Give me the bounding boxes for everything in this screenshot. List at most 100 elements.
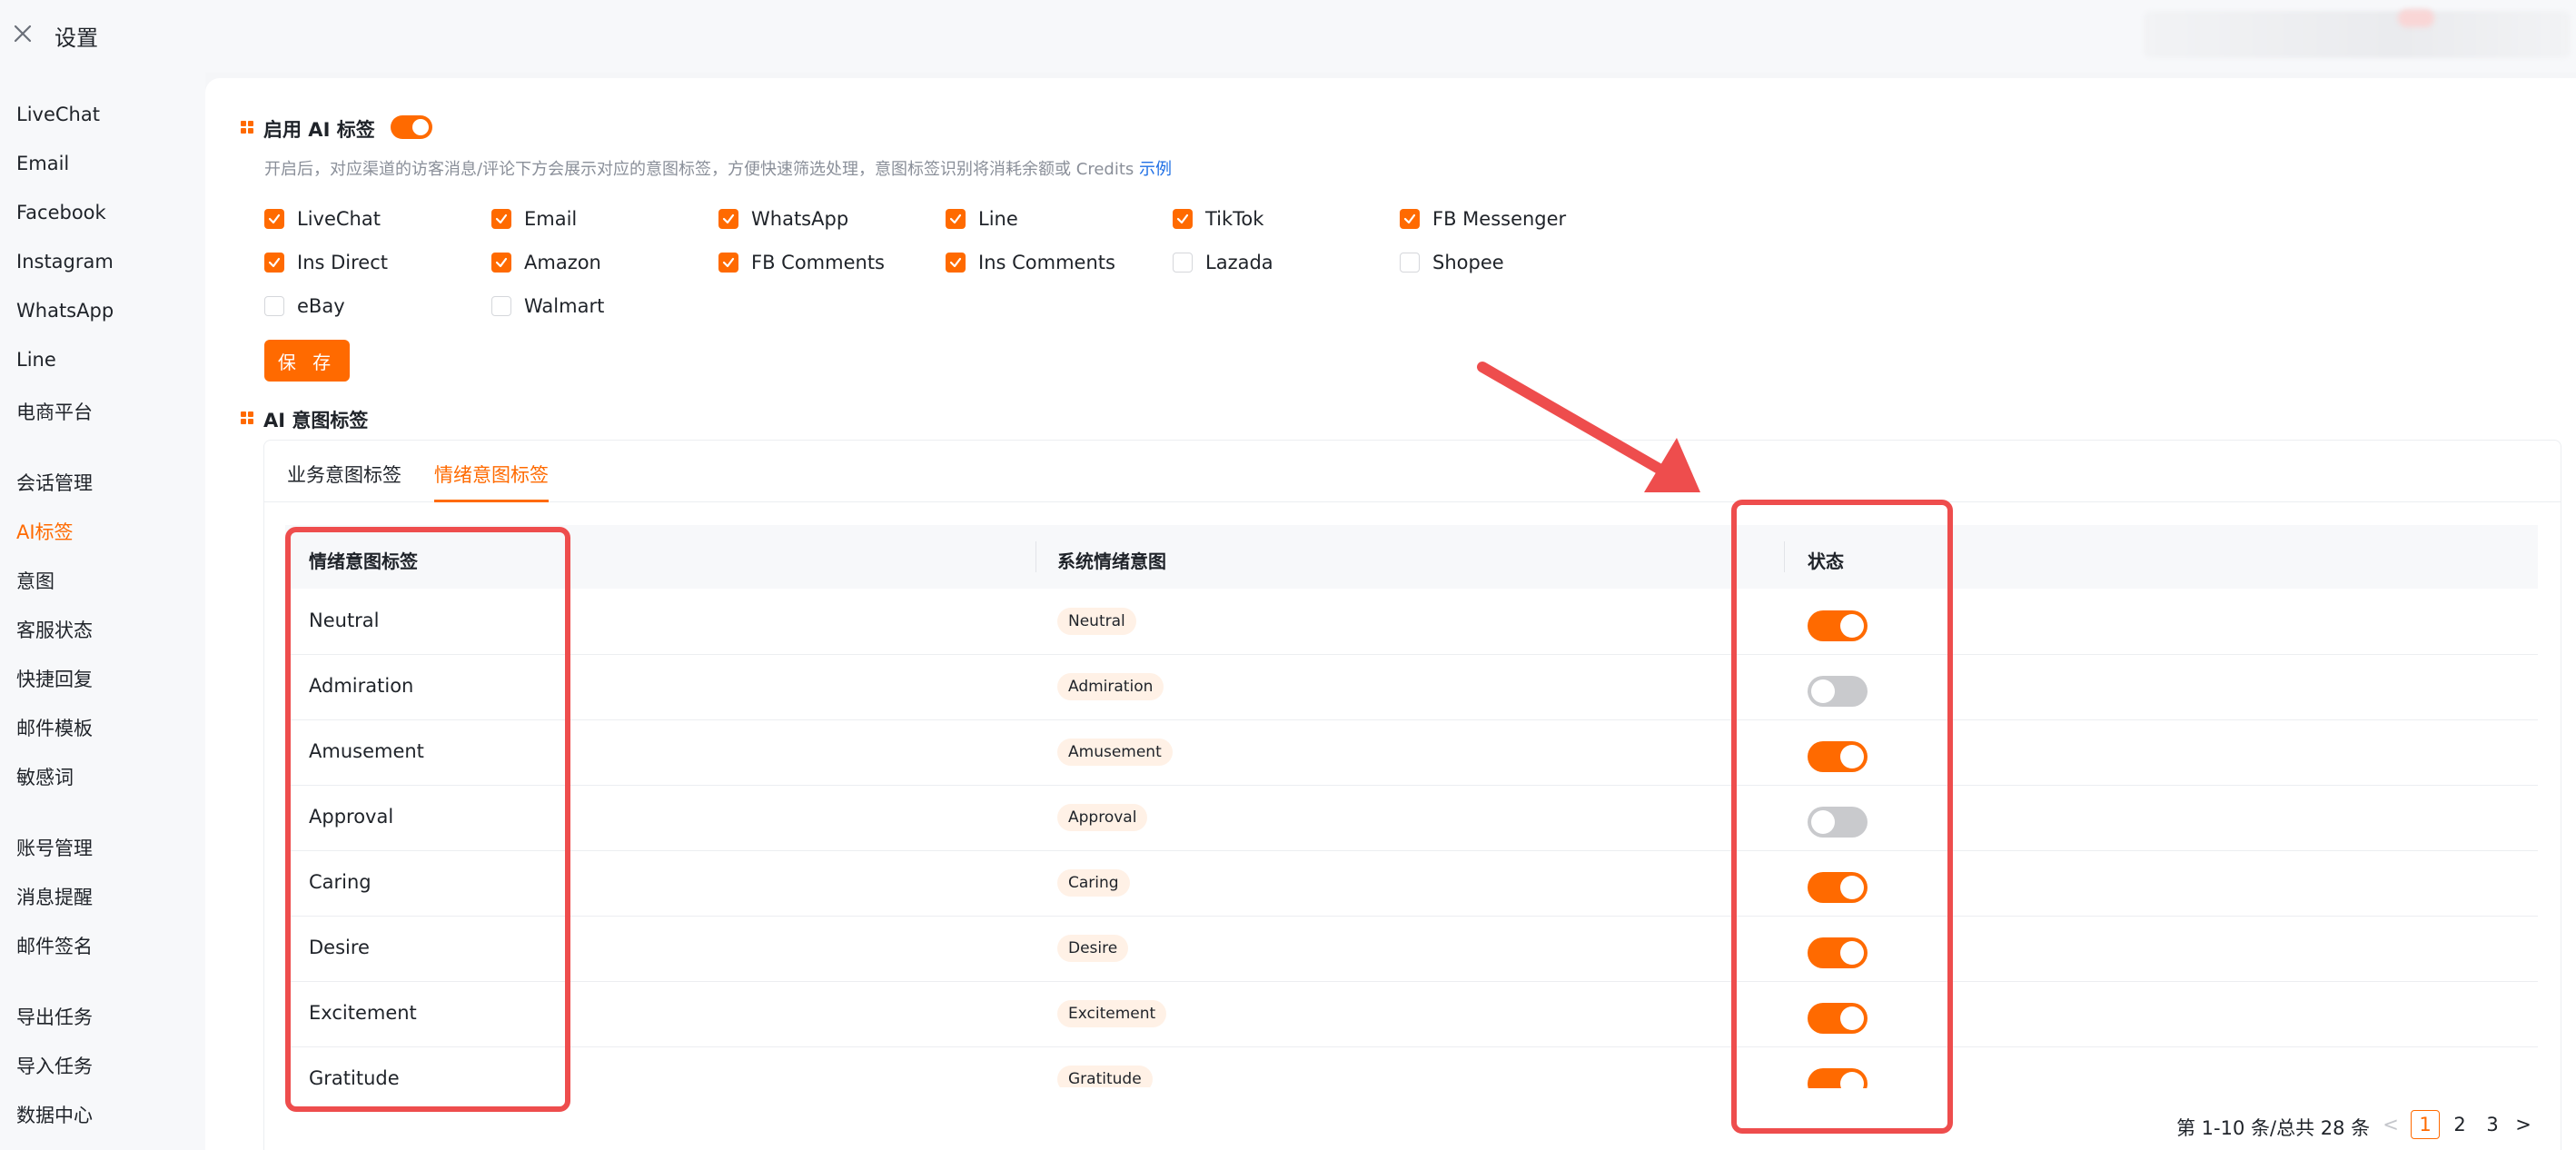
checkbox-checked-icon bbox=[491, 253, 511, 273]
sidebar-item-instagram[interactable]: Instagram bbox=[16, 251, 114, 273]
channel-label: WhatsApp bbox=[751, 208, 849, 230]
table-row bbox=[285, 1047, 2538, 1113]
channel-label: Lazada bbox=[1205, 252, 1273, 273]
channel-checkbox-walmart[interactable]: Walmart bbox=[491, 295, 604, 317]
annotation-box-status-column bbox=[1731, 500, 1953, 1134]
system-tag-clip: Gratitude bbox=[1057, 1066, 1239, 1087]
checkbox-unchecked-icon bbox=[1400, 253, 1420, 273]
close-icon[interactable] bbox=[9, 20, 36, 47]
table-header bbox=[285, 525, 2538, 589]
sidebar-item-livechat[interactable]: LiveChat bbox=[16, 104, 100, 125]
sidebar bbox=[0, 73, 205, 1150]
table-row bbox=[285, 851, 2538, 917]
page-2-button[interactable]: 2 bbox=[2449, 1110, 2471, 1139]
channel-checkbox-livechat[interactable]: LiveChat bbox=[264, 208, 381, 230]
description-text: 开启后，对应渠道的访客消息/评论下方会展示对应的意图标签，方便快速筛选处理，意图… bbox=[264, 160, 1134, 179]
sidebar-item-conversation[interactable]: 会话管理 bbox=[16, 469, 93, 496]
sidebar-item-sensitive-words[interactable]: 敏感词 bbox=[16, 763, 74, 790]
channel-checkbox-shopee[interactable]: Shopee bbox=[1400, 252, 1504, 273]
next-page-button[interactable]: > bbox=[2514, 1110, 2532, 1139]
channel-checkbox-ebay[interactable]: eBay bbox=[264, 295, 345, 317]
column-header-system: 系统情绪意图 bbox=[1057, 550, 1166, 572]
channel-checkbox-whatsapp[interactable]: WhatsApp bbox=[718, 208, 848, 230]
enable-ai-tags-description: 开启后，对应渠道的访客消息/评论下方会展示对应的意图标签，方便快速筛选处理，意图… bbox=[264, 156, 1172, 180]
table-row bbox=[285, 982, 2538, 1047]
pagination-summary: 第 1-10 条/总共 28 条 bbox=[2176, 1117, 2371, 1139]
sidebar-item-mail-signature[interactable]: 邮件签名 bbox=[16, 932, 93, 959]
channel-label: TikTok bbox=[1205, 208, 1264, 230]
sidebar-item-ecommerce[interactable]: 电商平台 bbox=[16, 398, 93, 425]
blurred-badge bbox=[2398, 9, 2434, 27]
annotation-box-tag-name-column bbox=[285, 527, 570, 1112]
blurred-header-area bbox=[2144, 11, 2571, 58]
enable-ai-tags-toggle[interactable] bbox=[391, 115, 432, 139]
channel-checkbox-fb-messenger[interactable]: FB Messenger bbox=[1400, 208, 1566, 230]
top-header: 设置 bbox=[0, 0, 2576, 73]
system-emotion-tag: Caring bbox=[1057, 869, 1130, 897]
page-title: 设置 bbox=[54, 25, 98, 51]
channel-label: FB Messenger bbox=[1432, 208, 1567, 230]
annotation-arrow-icon bbox=[1477, 362, 1700, 492]
tab-emotion-intent[interactable]: 情绪意图标签 bbox=[434, 461, 549, 488]
checkbox-checked-icon bbox=[1400, 209, 1420, 229]
checkbox-unchecked-icon bbox=[264, 296, 284, 316]
table-row bbox=[285, 655, 2538, 720]
sidebar-item-export-tasks[interactable]: 导出任务 bbox=[16, 1003, 93, 1030]
column-separator bbox=[1035, 541, 1036, 572]
checkbox-checked-icon bbox=[946, 253, 966, 273]
sidebar-item-quick-reply[interactable]: 快捷回复 bbox=[16, 665, 93, 692]
sidebar-item-account[interactable]: 账号管理 bbox=[16, 834, 93, 861]
channel-label: Amazon bbox=[524, 252, 601, 273]
sidebar-item-ai-tags[interactable]: AI标签 bbox=[16, 518, 74, 545]
prev-page-button[interactable]: < bbox=[2382, 1110, 2400, 1139]
system-emotion-tag: Amusement bbox=[1057, 739, 1173, 766]
checkbox-checked-icon bbox=[718, 209, 738, 229]
channel-checkbox-lazada[interactable]: Lazada bbox=[1173, 252, 1273, 273]
table-row bbox=[285, 720, 2538, 786]
system-emotion-tag: Gratitude bbox=[1057, 1066, 1153, 1087]
page-1-button[interactable]: 1 bbox=[2411, 1110, 2440, 1139]
save-button[interactable]: 保 存 bbox=[264, 340, 350, 382]
section-grid-icon bbox=[241, 411, 253, 424]
system-emotion-tag: Excitement bbox=[1057, 1000, 1167, 1027]
sidebar-item-data-center[interactable]: 数据中心 bbox=[16, 1101, 93, 1128]
section-grid-icon bbox=[241, 121, 253, 134]
checkbox-checked-icon bbox=[718, 253, 738, 273]
channel-checkbox-ins-comments[interactable]: Ins Comments bbox=[946, 252, 1115, 273]
table-row bbox=[285, 786, 2538, 851]
table-row bbox=[285, 917, 2538, 982]
channel-label: FB Comments bbox=[751, 252, 885, 273]
sidebar-item-facebook[interactable]: Facebook bbox=[16, 202, 106, 223]
channel-checkbox-ins-direct[interactable]: Ins Direct bbox=[264, 252, 388, 273]
table-row bbox=[285, 590, 2538, 655]
channel-checkbox-amazon[interactable]: Amazon bbox=[491, 252, 601, 273]
channel-checkbox-line[interactable]: Line bbox=[946, 208, 1018, 230]
sidebar-item-email[interactable]: Email bbox=[16, 153, 69, 174]
sidebar-item-notifications[interactable]: 消息提醒 bbox=[16, 883, 93, 910]
sidebar-item-line[interactable]: Line bbox=[16, 349, 56, 371]
sidebar-item-agent-status[interactable]: 客服状态 bbox=[16, 616, 93, 643]
page-3-button[interactable]: 3 bbox=[2482, 1110, 2503, 1139]
sidebar-item-import-tasks[interactable]: 导入任务 bbox=[16, 1052, 93, 1079]
system-emotion-tag: Approval bbox=[1057, 804, 1148, 831]
checkbox-checked-icon bbox=[946, 209, 966, 229]
channel-label: Ins Direct bbox=[297, 252, 388, 273]
system-emotion-tag: Desire bbox=[1057, 935, 1129, 962]
sidebar-item-intent[interactable]: 意图 bbox=[16, 567, 54, 594]
active-tab-underline bbox=[434, 500, 549, 502]
channel-checkbox-tiktok[interactable]: TikTok bbox=[1173, 208, 1263, 230]
channel-label: Walmart bbox=[524, 295, 605, 317]
system-emotion-tag: Admiration bbox=[1057, 673, 1164, 700]
channel-checkbox-email[interactable]: Email bbox=[491, 208, 577, 230]
channel-label: Line bbox=[978, 208, 1018, 230]
example-link[interactable]: 示例 bbox=[1139, 160, 1172, 179]
sidebar-item-whatsapp[interactable]: WhatsApp bbox=[16, 300, 114, 322]
sidebar-item-mail-template[interactable]: 邮件模板 bbox=[16, 714, 93, 741]
checkbox-checked-icon bbox=[264, 209, 284, 229]
checkbox-unchecked-icon bbox=[1173, 253, 1193, 273]
enable-ai-tags-title: 启用 AI 标签 bbox=[263, 119, 375, 141]
tab-business-intent[interactable]: 业务意图标签 bbox=[287, 461, 401, 488]
checkbox-unchecked-icon bbox=[491, 296, 511, 316]
system-emotion-tag: Neutral bbox=[1057, 608, 1136, 635]
channel-checkbox-fb-comments[interactable]: FB Comments bbox=[718, 252, 885, 273]
